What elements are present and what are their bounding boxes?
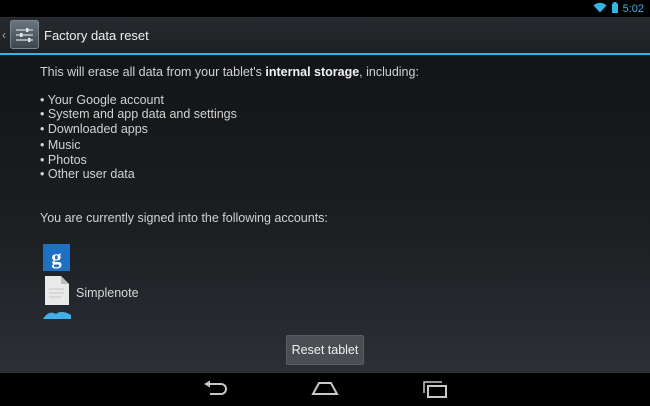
- intro-bold: internal storage: [265, 65, 360, 79]
- up-caret-icon[interactable]: ‹: [2, 28, 6, 42]
- account-label: Simplenote: [76, 286, 139, 300]
- recent-apps-icon[interactable]: [421, 380, 449, 403]
- list-item: Other user data: [40, 167, 237, 181]
- simplenote-icon: [43, 276, 69, 310]
- list-item: Downloaded apps: [40, 122, 237, 136]
- action-bar: ‹ Factory data reset: [0, 17, 650, 55]
- back-icon[interactable]: [201, 380, 229, 403]
- battery-icon: [611, 0, 618, 18]
- account-google: g: [43, 244, 77, 276]
- signed-in-text: You are currently signed into the follow…: [40, 211, 328, 225]
- status-time: 5:02: [622, 2, 644, 15]
- list-item: Your Google account: [40, 93, 237, 107]
- content-area: This will erase all data from your table…: [0, 55, 650, 373]
- wifi-icon: [593, 0, 607, 18]
- reset-tablet-button[interactable]: Reset tablet: [286, 335, 364, 365]
- intro-prefix: This will erase all data from your table…: [40, 65, 266, 79]
- account-simplenote: Simplenote: [43, 276, 139, 310]
- account-twitter: [43, 311, 78, 319]
- page-title: Factory data reset: [44, 28, 149, 43]
- google-icon: g: [43, 244, 70, 276]
- list-item: Photos: [40, 153, 237, 167]
- list-item: Music: [40, 138, 237, 152]
- intro-suffix: , including:: [359, 65, 419, 79]
- list-item: System and app data and settings: [40, 107, 237, 121]
- status-bar: 5:02: [0, 0, 650, 17]
- erase-list: Your Google account System and app data …: [40, 93, 237, 181]
- status-icons: 5:02: [593, 0, 644, 17]
- intro-text: This will erase all data from your table…: [40, 65, 419, 79]
- svg-text:g: g: [51, 245, 62, 269]
- home-icon[interactable]: [311, 380, 339, 403]
- navigation-bar: [0, 373, 650, 406]
- twitter-icon: [43, 311, 71, 319]
- settings-icon[interactable]: [10, 20, 39, 49]
